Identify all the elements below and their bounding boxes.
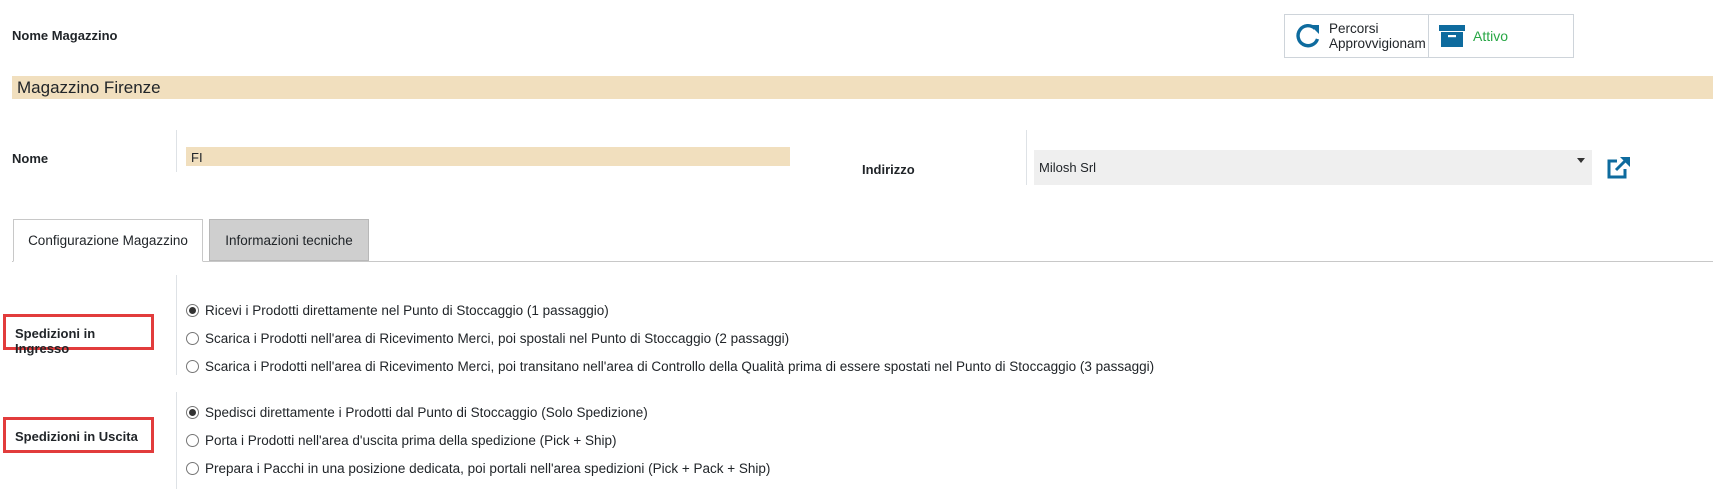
outgoing-option-ship-only[interactable]: Spedisci direttamente i Prodotti dal Pun… [186,405,648,420]
tab-bar-underline [12,261,1713,262]
external-link-icon[interactable] [1606,156,1632,180]
incoming-option-1-step[interactable]: Ricevi i Prodotti direttamente nel Punto… [186,303,609,318]
routes-smart-button[interactable]: Percorsi Approvvigionam [1285,15,1429,57]
radio-option-label: Prepara i Pacchi in una posizione dedica… [205,461,771,476]
routes-smart-button-text: Percorsi Approvvigionam [1329,21,1426,51]
active-status-label: Attivo [1473,27,1509,44]
outgoing-option-pick-ship[interactable]: Porta i Prodotti nell'area d'uscita prim… [186,433,617,448]
radio-button[interactable] [186,360,199,373]
caret-down-icon [1577,158,1585,163]
indirizzo-label: Indirizzo [862,162,915,177]
warehouse-name-label: Nome Magazzino [12,28,118,43]
nome-label: Nome [12,151,49,166]
warehouse-title: Magazzino Firenze [17,78,161,97]
routes-label-line1: Percorsi [1329,21,1379,36]
incoming-shipments-label: Spedizioni in Ingresso [3,314,154,356]
indirizzo-value: Milosh Srl [1039,160,1097,175]
radio-option-label: Spedisci direttamente i Prodotti dal Pun… [205,405,648,420]
outgoing-option-pick-pack-ship[interactable]: Prepara i Pacchi in una posizione dedica… [186,461,770,476]
radio-option-label: Ricevi i Prodotti direttamente nel Punto… [205,303,609,318]
field-separator [176,275,177,375]
nome-input[interactable]: FI [186,147,790,166]
indirizzo-select[interactable]: Milosh Srl [1034,150,1592,185]
incoming-option-3-steps[interactable]: Scarica i Prodotti nell'area di Ricevime… [186,359,1154,374]
outgoing-shipments-label: Spedizioni in Uscita [3,417,154,453]
radio-option-label: Scarica i Prodotti nell'area di Ricevime… [205,359,1155,374]
radio-button[interactable] [186,406,199,419]
smart-button-box: Percorsi Approvvigionam Attivo [1284,14,1574,58]
active-toggle-button[interactable]: Attivo [1429,15,1573,57]
radio-button[interactable] [186,462,199,475]
radio-option-label: Scarica i Prodotti nell'area di Ricevime… [205,331,790,346]
radio-button[interactable] [186,434,199,447]
tab-configurazione-magazzino[interactable]: Configurazione Magazzino [13,219,203,262]
field-separator [1026,130,1027,185]
tab-informazioni-tecniche[interactable]: Informazioni tecniche [209,219,369,261]
radio-button[interactable] [186,332,199,345]
routes-label-line2: Approvvigionam [1329,36,1426,51]
field-separator [176,392,177,489]
radio-button[interactable] [186,304,199,317]
archive-icon [1437,21,1467,51]
incoming-option-2-steps[interactable]: Scarica i Prodotti nell'area di Ricevime… [186,331,789,346]
field-separator [176,130,177,172]
warehouse-title-field[interactable]: Magazzino Firenze [12,76,1713,99]
radio-option-label: Porta i Prodotti nell'area d'uscita prim… [205,433,617,448]
refresh-icon [1293,21,1323,51]
